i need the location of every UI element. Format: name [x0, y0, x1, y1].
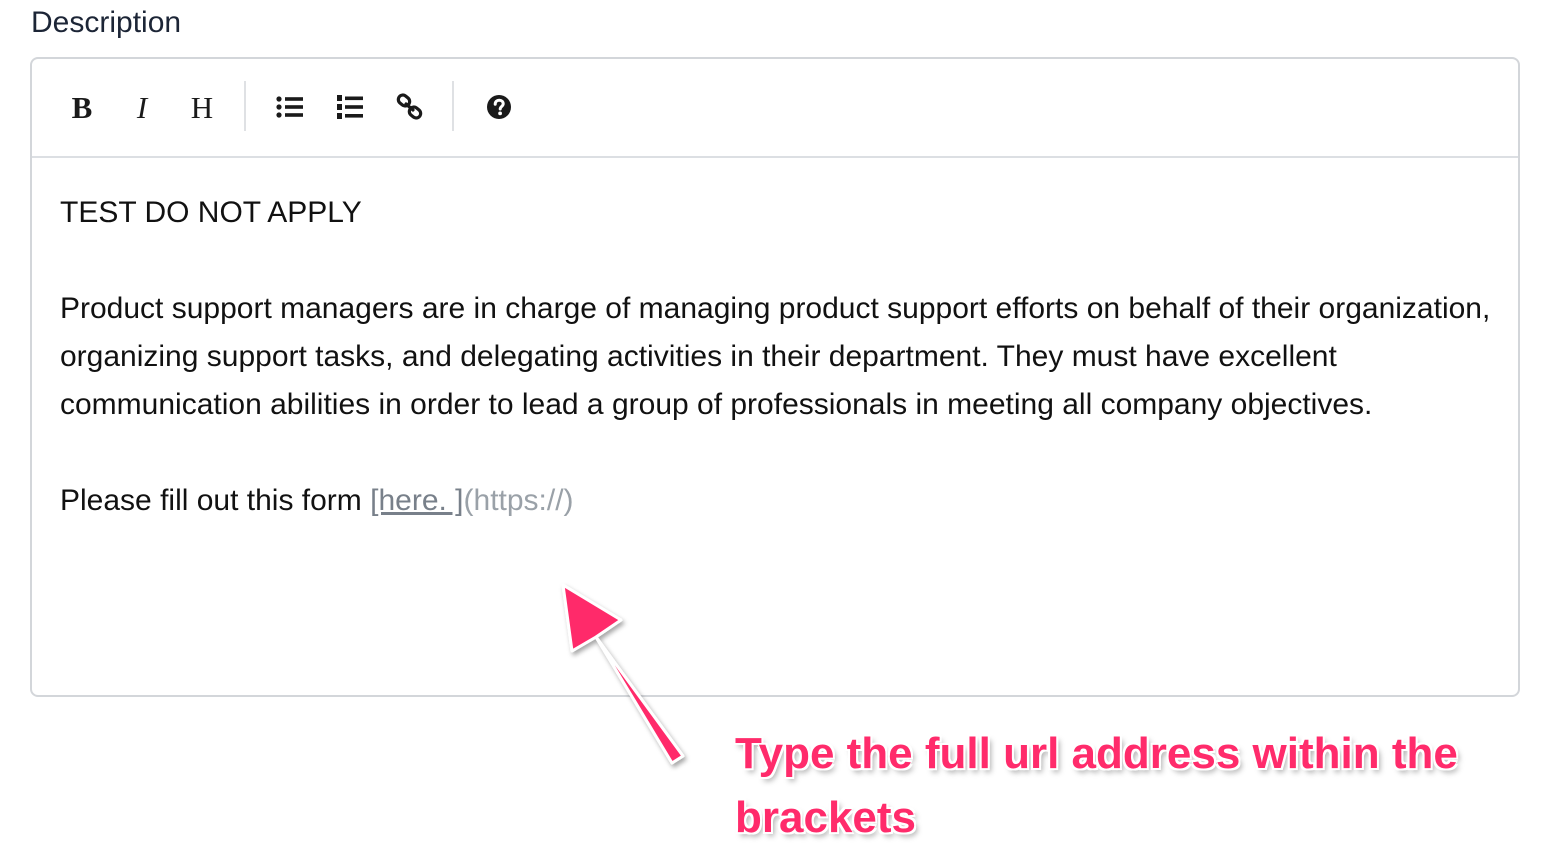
annotation-callout: Type the full url address within the bra… [735, 729, 1458, 842]
